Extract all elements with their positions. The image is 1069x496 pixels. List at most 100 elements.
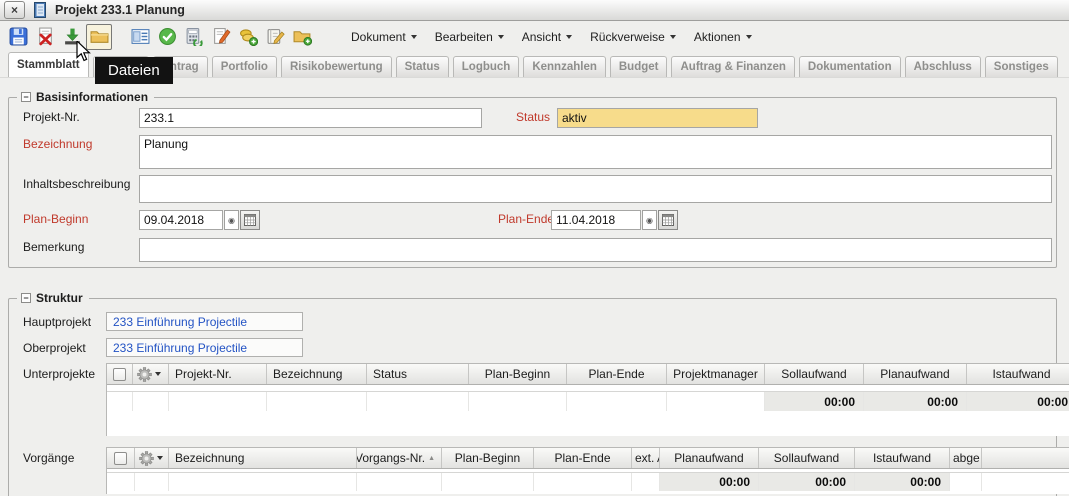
save-button[interactable] [5, 24, 31, 50]
unterprojekte-table: Projekt-Nr. Bezeichnung Status Plan-Begi… [106, 363, 1069, 436]
column-header[interactable]: Istaufwand [855, 448, 950, 468]
column-header[interactable]: Plan-Beginn [442, 448, 534, 468]
vorgaenge-totals-row: 00:00 00:00 00:00 [107, 472, 1069, 491]
chevron-down-icon [670, 35, 676, 39]
tab-portfolio[interactable]: Portfolio [212, 56, 277, 77]
column-header[interactable]: Sollaufwand [765, 364, 864, 384]
form-button[interactable] [127, 24, 153, 50]
plan-ende-input[interactable] [551, 210, 641, 230]
unterprojekte-label: Unterprojekte [23, 367, 95, 381]
sort-ascending-icon: ▲ [428, 455, 435, 462]
folder-icon [90, 27, 109, 46]
tab-auftrag-finanzen[interactable]: Auftrag & Finanzen [671, 56, 794, 77]
hauptprojekt-link[interactable]: 233 Einführung Projectile [106, 312, 303, 331]
tab-abschluss[interactable]: Abschluss [905, 56, 981, 77]
select-all-checkbox[interactable] [114, 452, 127, 465]
collapse-toggle[interactable]: − [21, 293, 31, 303]
column-header-sorted[interactable]: Vorgangs-Nr. ▲ [357, 448, 442, 468]
check-circle-icon [158, 27, 177, 46]
edit-document-button[interactable] [208, 24, 234, 50]
plan-ende-calendar-button[interactable] [658, 210, 678, 230]
column-header[interactable]: Bezeichnung [169, 448, 357, 468]
planaufwand-total: 00:00 [660, 473, 759, 491]
target-icon: ◉ [228, 216, 235, 225]
plan-beginn-label: Plan-Beginn [23, 212, 88, 226]
plan-beginn-calendar-button[interactable] [240, 210, 260, 230]
mouse-cursor-icon [76, 41, 91, 63]
status-input[interactable] [557, 108, 758, 128]
chevron-down-icon [157, 456, 163, 460]
oberprojekt-link[interactable]: 233 Einführung Projectile [106, 338, 303, 357]
table-footer-area [107, 411, 1069, 436]
application-window: × Projekt 233.1 Planung [0, 0, 1069, 496]
column-header[interactable]: Planaufwand [864, 364, 967, 384]
gear-icon [137, 367, 152, 382]
vorgaenge-table: Bezeichnung Vorgangs-Nr. ▲ Plan-Beginn P… [106, 447, 1069, 494]
struktur-legend: − Struktur [17, 291, 89, 305]
column-header[interactable]: Projekt-Nr. [169, 364, 267, 384]
tab-risikobewertung[interactable]: Risikobewertung [281, 56, 392, 77]
plan-ende-target-button[interactable]: ◉ [642, 210, 657, 230]
calendar-icon [244, 214, 256, 226]
menu-ansicht[interactable]: Ansicht [513, 25, 581, 49]
inhaltsbeschreibung-label: Inhaltsbeschreibung [23, 177, 130, 191]
column-header[interactable]: ext. A [632, 448, 660, 468]
report-edit-button[interactable] [262, 24, 288, 50]
bezeichnung-label: Bezeichnung [23, 137, 92, 151]
target-icon: ◉ [646, 216, 653, 225]
projekt-nr-input[interactable] [139, 108, 482, 128]
calculator-button[interactable] [181, 24, 207, 50]
approve-button[interactable] [154, 24, 180, 50]
bezeichnung-textarea[interactable]: Planung [139, 135, 1052, 169]
calculator-icon [185, 27, 204, 46]
column-header[interactable]: Plan-Beginn [469, 364, 567, 384]
chevron-down-icon [746, 35, 752, 39]
tab-logbuch[interactable]: Logbuch [453, 56, 520, 77]
tab-kennzahlen[interactable]: Kennzahlen [523, 56, 606, 77]
projekt-nr-label: Projekt-Nr. [23, 110, 80, 124]
column-header[interactable]: Plan-Ende [534, 448, 632, 468]
column-header[interactable]: Planaufwand [660, 448, 759, 468]
plan-beginn-input[interactable] [139, 210, 223, 230]
menu-label: Rückverweise [590, 30, 665, 44]
menu-label: Ansicht [522, 30, 561, 44]
inhaltsbeschreibung-textarea[interactable] [139, 175, 1052, 203]
column-header[interactable]: Plan-Ende [567, 364, 667, 384]
tab-sonstiges[interactable]: Sonstiges [985, 56, 1058, 77]
tab-status[interactable]: Status [396, 56, 449, 77]
column-header[interactable]: Status [367, 364, 469, 384]
menu-rueckverweise[interactable]: Rückverweise [581, 25, 685, 49]
column-header[interactable]: Projektmanager [667, 364, 765, 384]
table-actions-button[interactable] [133, 364, 169, 384]
collapse-toggle[interactable]: − [21, 92, 31, 102]
select-all-checkbox[interactable] [113, 368, 126, 381]
basisinformationen-groupbox: − Basisinformationen Projekt-Nr. Status … [8, 97, 1057, 268]
delete-document-icon [36, 27, 55, 46]
column-header[interactable]: Bezeichnung [267, 364, 367, 384]
menu-label: Bearbeiten [435, 30, 493, 44]
bemerkung-label: Bemerkung [23, 240, 84, 254]
menu-bearbeiten[interactable]: Bearbeiten [426, 25, 513, 49]
bemerkung-textarea[interactable] [139, 238, 1052, 262]
table-actions-button[interactable] [135, 448, 169, 468]
money-add-button[interactable] [235, 24, 261, 50]
tab-dokumentation[interactable]: Dokumentation [799, 56, 901, 77]
legend-label: Struktur [36, 291, 83, 305]
folder-plus-icon [293, 27, 312, 46]
column-header[interactable]: Istaufwand [967, 364, 1069, 384]
folder-add-button[interactable] [289, 24, 315, 50]
column-header[interactable]: Sollaufwand [759, 448, 855, 468]
chevron-down-icon [155, 372, 161, 376]
tab-budget[interactable]: Budget [610, 56, 668, 77]
unterprojekte-totals-row: 00:00 00:00 00:00 [107, 391, 1069, 411]
plan-beginn-target-button[interactable]: ◉ [224, 210, 239, 230]
sollaufwand-total: 00:00 [759, 473, 855, 491]
close-button[interactable]: × [4, 1, 25, 19]
menu-dokument[interactable]: Dokument [342, 25, 426, 49]
calendar-icon [662, 214, 674, 226]
column-header-filler [982, 448, 1069, 468]
menu-aktionen[interactable]: Aktionen [685, 25, 761, 49]
column-header[interactable]: abge [950, 448, 982, 468]
menu-bar: Dokument Bearbeiten Ansicht Rückverweise… [342, 25, 761, 49]
delete-document-button[interactable] [32, 24, 58, 50]
